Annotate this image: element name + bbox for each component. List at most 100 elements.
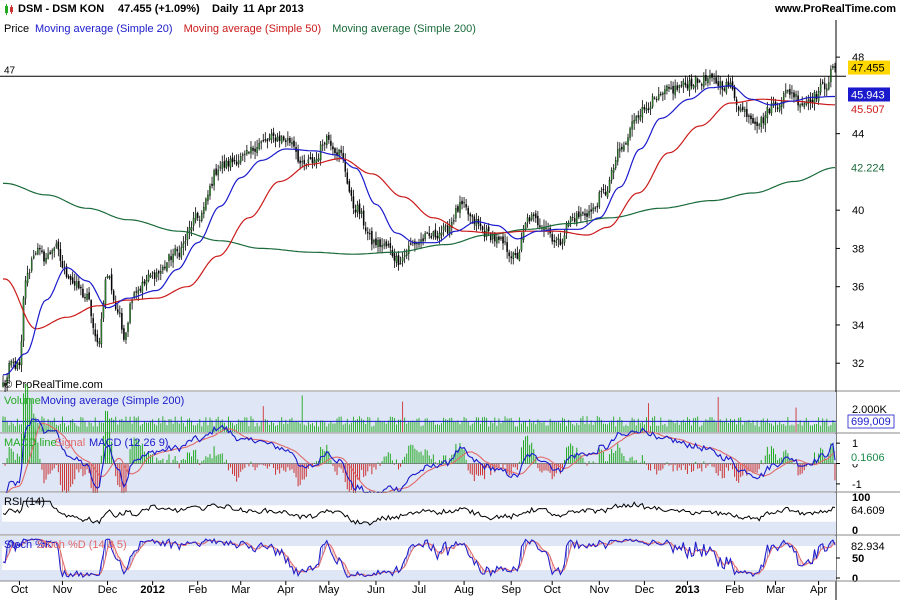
candle-body xyxy=(119,312,121,314)
candle-body xyxy=(438,233,441,239)
candle-body xyxy=(440,232,443,236)
candle-body xyxy=(621,146,623,150)
candle-body xyxy=(117,309,119,313)
candle-body xyxy=(78,281,80,289)
candle-body xyxy=(270,134,273,140)
macd-tick-label: -1 xyxy=(852,479,862,491)
candle-body xyxy=(186,231,189,241)
candle-body xyxy=(301,161,303,163)
candle-body xyxy=(448,225,451,234)
candle-body xyxy=(780,101,783,107)
candle-body xyxy=(553,240,556,242)
candle-body xyxy=(778,104,781,111)
stoch-band xyxy=(2,546,836,570)
candle-body xyxy=(619,148,621,152)
candle-body xyxy=(250,146,252,154)
candle-body xyxy=(369,233,371,235)
candle-body xyxy=(201,212,203,221)
candle-body xyxy=(10,361,12,366)
chart-canvas: Price Moving average (Simple 20) Moving av… xyxy=(0,20,900,600)
candle-body xyxy=(217,169,219,176)
candle-body xyxy=(82,288,84,298)
candle-body xyxy=(264,139,267,141)
candle-body xyxy=(170,256,172,260)
candle-body xyxy=(598,192,601,207)
candle-body xyxy=(737,106,740,111)
candle-body xyxy=(182,243,185,248)
candle-body xyxy=(67,276,70,279)
candle-body xyxy=(586,213,588,217)
candle-body xyxy=(360,211,363,214)
candle-body xyxy=(92,317,94,328)
candle-body xyxy=(110,274,113,291)
candle-body xyxy=(715,77,717,84)
price-tick-label: 36 xyxy=(852,282,864,294)
candle-body xyxy=(235,161,238,165)
candle-body xyxy=(434,229,437,238)
x-tick-label: Apr xyxy=(810,584,827,596)
candle-body xyxy=(682,80,685,87)
candle-body xyxy=(18,362,21,366)
candle-body xyxy=(602,189,605,191)
candle-body xyxy=(614,160,617,169)
candle-body xyxy=(444,225,447,227)
candle-body xyxy=(178,252,181,257)
candle-body xyxy=(321,144,324,146)
candle-body xyxy=(660,93,662,95)
candle-body xyxy=(516,253,519,259)
value-box-sma50: 45.507 xyxy=(848,101,890,116)
candle-body xyxy=(785,90,787,94)
candle-body xyxy=(733,87,736,99)
candle-body xyxy=(61,261,64,268)
candle-body xyxy=(752,118,754,124)
x-tick-label: Feb xyxy=(188,584,207,596)
candle-body xyxy=(653,97,656,99)
candle-body xyxy=(684,82,687,85)
candle-body xyxy=(205,198,207,210)
candle-body xyxy=(307,159,310,163)
candle-body xyxy=(657,94,660,100)
candle-body xyxy=(317,158,320,161)
candle-body xyxy=(461,200,463,205)
candle-body xyxy=(594,207,596,209)
candle-body xyxy=(209,186,211,196)
candle-body xyxy=(129,303,131,323)
candle-body xyxy=(172,253,174,263)
candle-body xyxy=(223,161,226,168)
candle-body xyxy=(385,241,387,247)
x-tick-label: Dec xyxy=(98,584,118,596)
candle-body xyxy=(315,158,318,163)
candle-body xyxy=(563,235,566,243)
candle-body xyxy=(233,160,236,162)
candle-body xyxy=(608,180,611,192)
candle-body xyxy=(571,216,574,219)
candle-body xyxy=(518,252,521,261)
candle-body xyxy=(139,288,142,291)
candle-body xyxy=(254,148,256,152)
candle-body xyxy=(407,245,410,254)
candle-body xyxy=(678,85,681,88)
candle-body xyxy=(535,213,537,219)
candle-body xyxy=(219,166,221,169)
candle-body xyxy=(731,81,734,90)
x-tick-label: Oct xyxy=(11,584,28,596)
candle-body xyxy=(334,148,336,154)
candle-body xyxy=(299,160,301,164)
candle-body xyxy=(741,106,744,111)
candle-body xyxy=(391,250,394,256)
candle-body xyxy=(313,160,316,164)
price-legend: Price Moving average (Simple 20) Moving av… xyxy=(4,23,476,35)
candle-body xyxy=(686,84,689,89)
candle-body xyxy=(526,217,529,223)
candle-body xyxy=(776,107,779,109)
candle-body xyxy=(272,132,275,136)
candle-body xyxy=(358,203,361,214)
candle-body xyxy=(76,281,78,288)
candle-body xyxy=(422,238,424,242)
price-tick-label: 38 xyxy=(852,243,864,255)
candle-body xyxy=(242,154,244,156)
candle-body xyxy=(789,89,791,95)
x-tick-label: Sep xyxy=(501,584,521,596)
legend-item-2: Moving average (Simple 50) xyxy=(184,23,322,35)
candle-body xyxy=(754,121,756,124)
